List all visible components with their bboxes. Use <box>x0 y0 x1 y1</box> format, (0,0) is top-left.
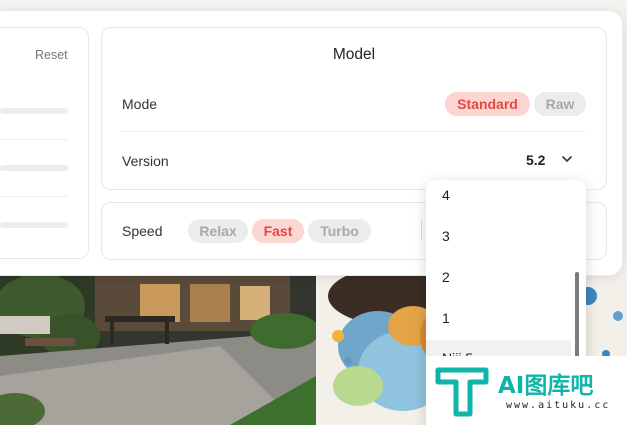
garden-patio-image[interactable] <box>0 276 316 425</box>
speed-option-relax[interactable]: Relax <box>188 219 248 243</box>
divider <box>0 196 68 197</box>
divider <box>0 139 68 140</box>
chevron-down-icon[interactable] <box>560 152 574 166</box>
version-option-4[interactable]: 4 <box>426 180 571 213</box>
model-title: Model <box>332 46 376 63</box>
speed-label: Speed <box>122 223 163 239</box>
watermark-logo-text: AI图库吧 <box>498 373 594 399</box>
reset-button[interactable]: Reset <box>35 48 68 62</box>
patio-photo-illustration <box>0 276 316 425</box>
mode-label: Mode <box>122 96 158 112</box>
version-option-1[interactable]: 1 <box>426 300 571 336</box>
slider-track[interactable] <box>0 165 68 171</box>
speed-option-turbo[interactable]: Turbo <box>308 219 371 243</box>
slider-track[interactable] <box>0 222 68 228</box>
mode-option-standard[interactable]: Standard <box>445 92 530 116</box>
mode-option-raw[interactable]: Raw <box>534 92 586 116</box>
watermark: AI图库吧 www.aituku.cc <box>426 356 627 425</box>
version-option-3[interactable]: 3 <box>426 218 571 254</box>
speed-separator <box>421 219 422 241</box>
watermark-logo-icon <box>435 367 489 417</box>
slider-track[interactable] <box>0 108 68 114</box>
version-select[interactable]: 5.2 <box>526 152 545 168</box>
watermark-url: www.aituku.cc <box>506 400 611 411</box>
version-label: Version <box>122 153 169 169</box>
speed-option-fast[interactable]: Fast <box>252 219 304 243</box>
row-divider <box>122 131 586 132</box>
version-option-2[interactable]: 2 <box>426 259 571 295</box>
